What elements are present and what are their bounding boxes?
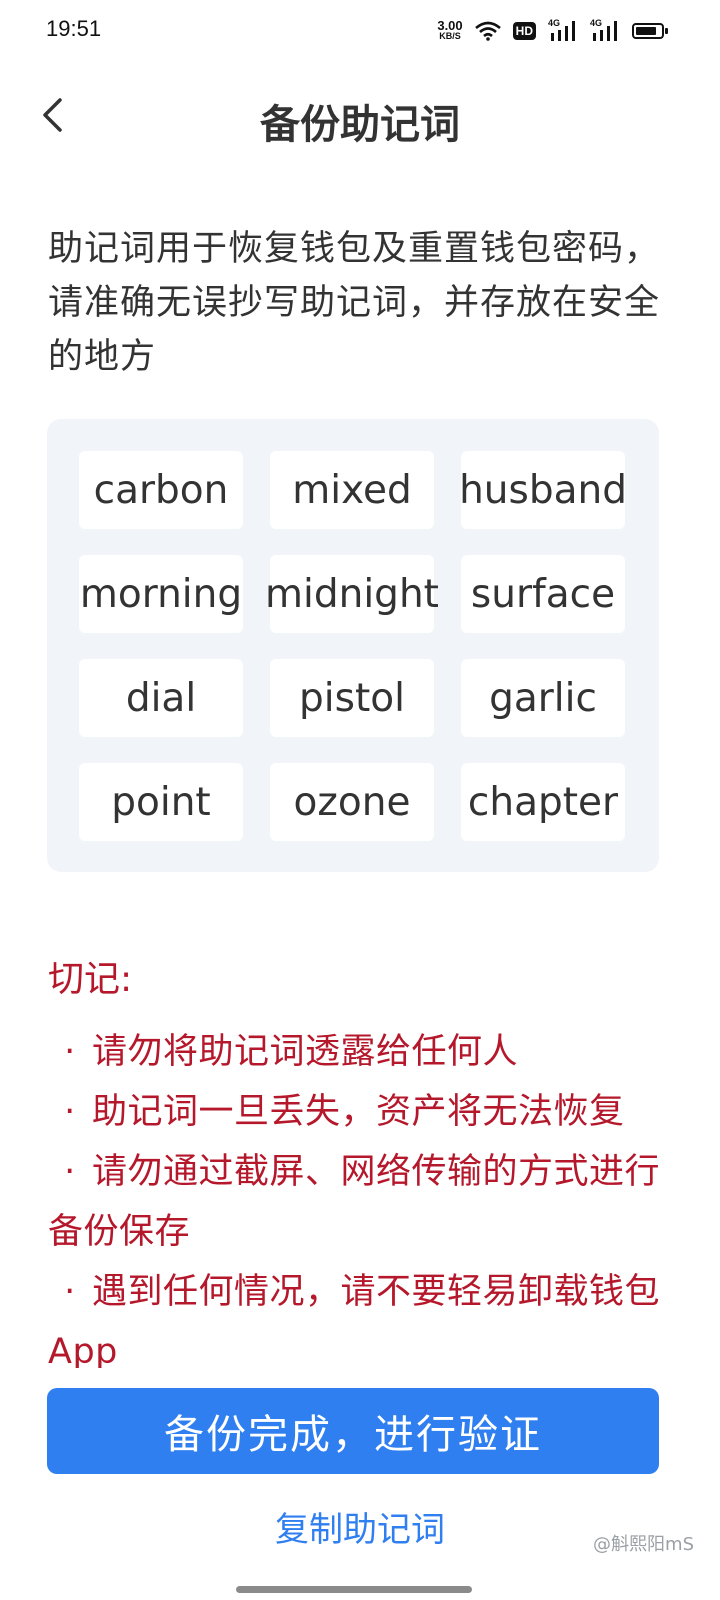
status-bar: 19:51 3.00 KB/S HD 4G 4G	[0, 0, 720, 64]
bullet: ·	[64, 1272, 76, 1312]
mnemonic-word: chapter	[461, 763, 625, 841]
watermark: @斛熙阳mS	[593, 1534, 694, 1555]
mnemonic-word: point	[79, 763, 243, 841]
intro-text: 助记词用于恢复钱包及重置钱包密码，请准确无误抄写助记词，并存放在安全的地方	[48, 229, 661, 377]
status-icons: 3.00 KB/S HD 4G 4G	[437, 14, 668, 48]
network-speed: 3.00 KB/S	[437, 18, 463, 42]
warning-item: · 助记词一旦丢失，资产将无法恢复	[48, 1082, 668, 1142]
bullet: ·	[64, 1032, 76, 1072]
battery-icon	[632, 23, 668, 39]
warning-item: · 请勿通过截屏、网络传输的方式进行备份保存	[48, 1142, 668, 1262]
mnemonic-word: carbon	[79, 451, 243, 529]
signal-icon: 4G	[590, 18, 620, 43]
signal-icon: 4G	[548, 18, 578, 43]
warning-item: · 请勿将助记词透露给任何人	[48, 1022, 668, 1082]
warning-list: · 请勿将助记词透露给任何人 · 助记词一旦丢失，资产将无法恢复 · 请勿通过截屏、网…	[48, 1022, 668, 1368]
warning-item-text: 助记词一旦丢失，资产将无法恢复	[92, 1092, 625, 1132]
bullet: ·	[64, 1152, 76, 1192]
mnemonic-word: midnight	[265, 555, 439, 633]
hd-icon: HD	[512, 22, 536, 40]
warning-item-text: 请勿通过截屏、网络传输的方式进行备份保存	[48, 1152, 661, 1252]
warning-item-text: 遇到任何情况，请不要轻易卸载钱包App	[48, 1272, 661, 1368]
page-title: 备份助记词	[260, 102, 460, 148]
mnemonic-word: pistol	[270, 659, 434, 737]
network-speed-value: 3.00	[437, 18, 463, 33]
mnemonic-word: ozone	[270, 763, 434, 841]
bullet: ·	[64, 1092, 76, 1132]
wifi-icon	[474, 21, 501, 41]
warning-title: 切记:	[48, 959, 133, 1000]
backup-complete-verify-button[interactable]: 备份完成，进行验证	[47, 1388, 659, 1474]
mnemonic-word: morning	[79, 555, 243, 633]
mnemonic-panel: carbon mixed husband morning midnight su…	[47, 419, 659, 872]
mnemonic-grid: carbon mixed husband morning midnight su…	[79, 451, 627, 841]
mnemonic-word: husband	[459, 451, 627, 529]
header: 备份助记词	[0, 70, 720, 160]
mnemonic-word: surface	[461, 555, 625, 633]
home-indicator[interactable]	[236, 1586, 472, 1593]
status-time: 19:51	[46, 16, 102, 41]
warning-item-text: 请勿将助记词透露给任何人	[92, 1032, 519, 1072]
mnemonic-word: garlic	[461, 659, 625, 737]
warning-item: · 遇到任何情况，请不要轻易卸载钱包App	[48, 1262, 668, 1368]
network-speed-unit: KB/S	[439, 31, 461, 41]
mnemonic-word: dial	[79, 659, 243, 737]
mnemonic-word: mixed	[270, 451, 434, 529]
battery-level	[636, 27, 657, 35]
